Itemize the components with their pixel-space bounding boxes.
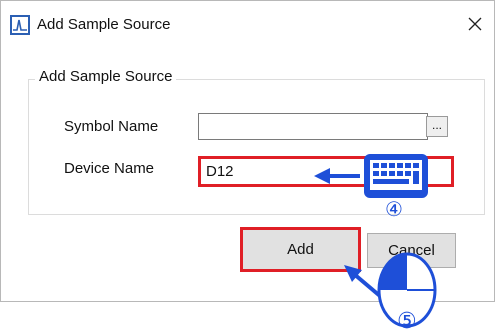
arrow-to-add-button — [344, 265, 382, 298]
step-5-marker: ⑤ — [397, 309, 417, 334]
annotation-overlay — [314, 154, 437, 328]
step-4-marker: ④ — [385, 197, 403, 221]
keyboard-icon — [364, 154, 428, 198]
arrow-to-device-input — [314, 168, 360, 184]
